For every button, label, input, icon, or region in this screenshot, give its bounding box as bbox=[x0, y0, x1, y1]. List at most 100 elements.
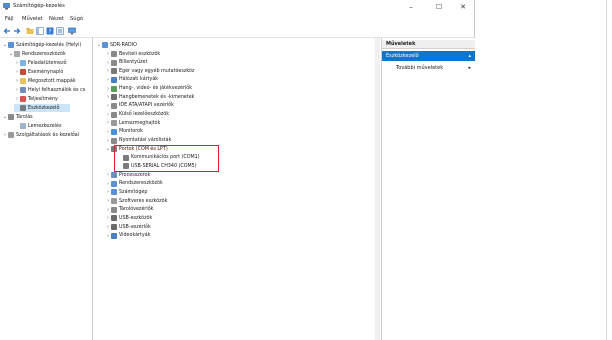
mouse-icon bbox=[111, 68, 117, 75]
divider bbox=[606, 0, 607, 340]
tree-item-event-viewer[interactable]: › Eseménynapló bbox=[14, 68, 63, 76]
device-label: Rendszereszközök bbox=[119, 181, 163, 187]
console-tree-pane: ⌄ Számítógép-kezelés (Helyi) ⌄ Rendszere… bbox=[0, 38, 93, 340]
tree-item-shared-folders[interactable]: › Megosztott mappák bbox=[14, 77, 76, 85]
device-category[interactable]: › Hangbemenetek és -kimenetek bbox=[105, 93, 194, 101]
device-category[interactable]: › Videokártyák bbox=[105, 232, 150, 240]
sound-icon bbox=[111, 85, 117, 92]
cpu-icon bbox=[111, 172, 117, 179]
software-icon bbox=[111, 198, 117, 205]
disk-icon bbox=[111, 120, 117, 127]
device-icon bbox=[111, 111, 117, 118]
ide-icon bbox=[111, 102, 117, 109]
tools-icon bbox=[14, 51, 20, 57]
device-label: USB-vezérlők bbox=[119, 224, 151, 230]
menu-help[interactable]: Súgó bbox=[70, 16, 83, 22]
properties-icon[interactable] bbox=[56, 27, 64, 35]
device-category[interactable]: › Monitorok bbox=[105, 128, 143, 136]
device-category[interactable]: › Lemezmeghajtók bbox=[105, 119, 160, 127]
display-adapter-icon bbox=[111, 232, 117, 239]
menu-action[interactable]: Művelet bbox=[22, 16, 43, 22]
folder-icon bbox=[20, 78, 26, 84]
device-category[interactable]: › Billentyűzet bbox=[105, 59, 147, 67]
expand-arrow-icon: ▴ bbox=[468, 53, 471, 59]
computer-icon bbox=[8, 42, 14, 48]
clock-icon bbox=[20, 60, 26, 66]
minimize-button[interactable]: – bbox=[400, 0, 422, 14]
device-category[interactable]: › Külső lezelőeszközök bbox=[105, 111, 169, 119]
storage-icon bbox=[111, 206, 117, 213]
system-icon bbox=[111, 180, 117, 187]
printer-icon bbox=[111, 137, 117, 144]
toolbar: ? bbox=[0, 25, 474, 38]
device-label: Billentyűzet bbox=[119, 60, 148, 66]
up-folder-icon[interactable] bbox=[26, 27, 34, 35]
device-label: Monitorok bbox=[119, 129, 143, 135]
device-category[interactable]: › IDE ATA/ATAPI vezérlők bbox=[105, 102, 174, 110]
usb-icon bbox=[111, 224, 117, 230]
device-category[interactable]: › Egér vagy egyéb mutatóeszköz bbox=[105, 67, 194, 75]
device-category[interactable]: › Hálózati kártyák bbox=[105, 76, 158, 84]
network-icon bbox=[111, 76, 117, 83]
menu-view[interactable]: Nézet bbox=[49, 16, 64, 22]
tree-item-performance[interactable]: › Teljesítmény bbox=[14, 95, 58, 103]
back-arrow-icon[interactable] bbox=[3, 27, 11, 35]
device-label: Processzorok bbox=[119, 172, 151, 178]
computer-management-window: Számítógép-kezelés – ☐ ✕ Fájl Művelet Né… bbox=[0, 0, 475, 340]
close-button[interactable]: ✕ bbox=[452, 0, 474, 14]
device-category[interactable]: › Hang-, videó- és játékvezérlők bbox=[105, 85, 192, 93]
storage-icon bbox=[8, 114, 14, 120]
menu-file[interactable]: Fájl bbox=[5, 16, 14, 22]
device-label: Szoftveres eszközök bbox=[119, 198, 168, 204]
device-category[interactable]: › Szoftveres eszközök bbox=[105, 197, 167, 205]
device-label: Hang-, videó- és játékvezérlők bbox=[119, 86, 192, 92]
vertical-scrollbar[interactable] bbox=[375, 38, 380, 340]
device-category[interactable]: › Processzorok bbox=[105, 171, 150, 179]
help-icon[interactable]: ? bbox=[46, 27, 54, 35]
disk-icon bbox=[20, 123, 26, 129]
window-title: Számítógép-kezelés bbox=[13, 3, 65, 9]
device-label: Tárolóvezérlők bbox=[119, 207, 154, 213]
tree-item-task-scheduler[interactable]: › Feladatütemező bbox=[14, 59, 67, 67]
device-category[interactable]: › Számítógép bbox=[105, 188, 147, 196]
more-actions-item[interactable]: További műveletek bbox=[396, 65, 443, 71]
actions-header: Műveletek bbox=[382, 40, 475, 49]
device-label: IDE ATA/ATAPI vezérlők bbox=[119, 103, 174, 109]
actions-device-manager[interactable]: Eszközkezelő ▴ bbox=[382, 51, 475, 61]
device-label: Beviteli eszközök bbox=[119, 51, 161, 57]
computer-icon bbox=[102, 42, 108, 48]
tree-item-services-applications[interactable]: › Szolgáltatások és kezelőal bbox=[2, 131, 79, 139]
services-icon bbox=[8, 132, 14, 138]
gauge-icon bbox=[20, 96, 26, 102]
tree-item-local-users[interactable]: › Helyi felhasználók és cs bbox=[14, 86, 85, 94]
device-label: Nyomtatási várólisták bbox=[119, 138, 172, 143]
device-label: Hangbemenetek és -kimenetek bbox=[119, 94, 195, 100]
device-label: USB-eszközök bbox=[119, 215, 153, 221]
audio-icon bbox=[111, 94, 117, 101]
device-category[interactable]: › Nyomtatási várólisták bbox=[105, 137, 171, 145]
show-hide-tree-icon[interactable] bbox=[36, 27, 44, 35]
maximize-button[interactable]: ☐ bbox=[428, 0, 450, 14]
device-label: Egér vagy egyéb mutatóeszköz bbox=[119, 68, 195, 74]
tree-item-disk-management[interactable]: Lemezkezelés bbox=[14, 122, 62, 130]
device-category[interactable]: › Rendszereszközök bbox=[105, 180, 163, 188]
tree-item-storage[interactable]: ⌄ Tárolás bbox=[2, 113, 33, 121]
device-label: Videokártyák bbox=[119, 233, 151, 239]
tree-item-system-tools[interactable]: ⌄ Rendszereszközök bbox=[8, 50, 66, 58]
tree-item-computer-management[interactable]: ⌄ Számítógép-kezelés (Helyi) bbox=[2, 41, 81, 49]
device-label: Lemezmeghajtók bbox=[119, 120, 161, 126]
forward-arrow-icon[interactable] bbox=[13, 27, 21, 35]
device-category[interactable]: › USB-eszközök bbox=[105, 214, 152, 222]
device-category[interactable]: › Beviteli eszközök bbox=[105, 50, 160, 58]
tree-item-device-manager[interactable]: Eszközkezelő bbox=[14, 104, 70, 112]
svg-text:?: ? bbox=[49, 29, 52, 35]
device-label: Külső lezelőeszközök bbox=[119, 112, 169, 118]
device-category[interactable]: › Tárolóvezérlők bbox=[105, 206, 153, 214]
submenu-arrow-icon: ▸ bbox=[468, 65, 471, 71]
keyboard-icon bbox=[111, 51, 117, 57]
usb-icon bbox=[111, 215, 117, 222]
device-category[interactable]: › USB-vezérlők bbox=[105, 223, 151, 231]
device-root[interactable]: ⌄ SDR-RADIO bbox=[96, 41, 137, 49]
monitor-icon[interactable] bbox=[68, 27, 76, 35]
blank-area bbox=[475, 0, 612, 340]
